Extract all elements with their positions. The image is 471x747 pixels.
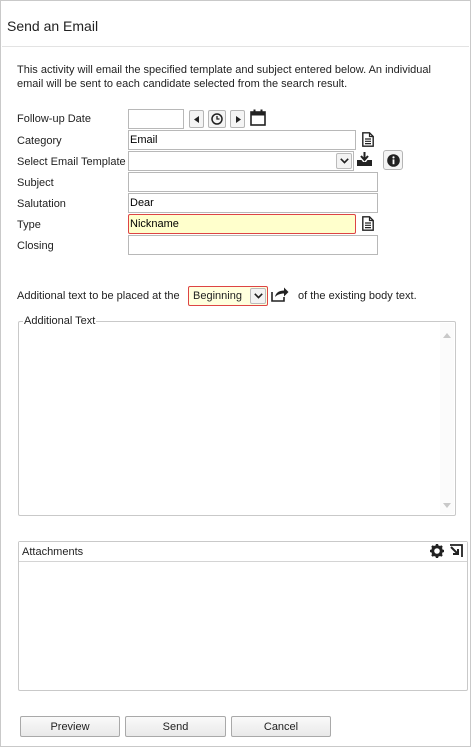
additional-suffix-text: of the existing body text. bbox=[298, 290, 417, 302]
document-icon[interactable] bbox=[362, 216, 374, 231]
attachments-title: Attachments bbox=[22, 546, 84, 558]
share-icon[interactable] bbox=[271, 286, 289, 302]
chevron-down-icon bbox=[339, 158, 349, 164]
position-dropdown-arrow[interactable] bbox=[250, 288, 266, 304]
followup-date-label: Follow-up Date bbox=[17, 113, 91, 125]
followup-date-input[interactable] bbox=[128, 109, 184, 129]
info-icon bbox=[386, 153, 400, 167]
chevron-down-icon bbox=[253, 293, 263, 299]
title-divider bbox=[2, 46, 469, 47]
subject-label: Subject bbox=[17, 177, 54, 189]
category-input[interactable] bbox=[128, 130, 356, 150]
gear-icon[interactable] bbox=[430, 544, 444, 558]
expand-icon[interactable] bbox=[449, 544, 463, 558]
additional-prefix-text: Additional text to be placed at the bbox=[17, 290, 180, 302]
additional-text-scrollbar[interactable] bbox=[440, 323, 454, 514]
next-date-button[interactable] bbox=[230, 110, 245, 128]
closing-input[interactable] bbox=[128, 235, 378, 255]
time-button[interactable] bbox=[208, 110, 226, 128]
type-input[interactable] bbox=[128, 214, 356, 234]
send-email-dialog: Send an Email This activity will email t… bbox=[0, 0, 471, 747]
position-select[interactable]: Beginning bbox=[188, 286, 268, 306]
cancel-button[interactable]: Cancel bbox=[231, 716, 331, 737]
salutation-label: Salutation bbox=[17, 198, 66, 210]
additional-text-box[interactable] bbox=[18, 321, 456, 516]
calendar-icon[interactable] bbox=[250, 109, 266, 126]
scroll-up-icon bbox=[443, 333, 451, 338]
clock-icon bbox=[211, 113, 223, 125]
attachments-header: Attachments bbox=[19, 542, 467, 562]
additional-text-legend: Additional Text bbox=[23, 315, 97, 327]
category-label: Category bbox=[17, 135, 62, 147]
subject-input[interactable] bbox=[128, 172, 378, 192]
send-button[interactable]: Send bbox=[125, 716, 226, 737]
position-select-value: Beginning bbox=[193, 290, 242, 302]
template-info-button[interactable] bbox=[383, 150, 403, 170]
template-label: Select Email Template bbox=[17, 156, 126, 168]
template-dropdown-arrow[interactable] bbox=[336, 153, 352, 169]
attachments-panel: Attachments bbox=[18, 541, 468, 691]
prev-date-button[interactable] bbox=[189, 110, 204, 128]
scroll-down-icon bbox=[443, 503, 451, 508]
download-icon[interactable] bbox=[356, 152, 373, 167]
preview-button[interactable]: Preview bbox=[20, 716, 120, 737]
salutation-input[interactable] bbox=[128, 193, 378, 213]
document-icon[interactable] bbox=[362, 132, 374, 147]
prev-icon bbox=[193, 115, 199, 123]
dialog-title: Send an Email bbox=[7, 18, 99, 34]
template-select[interactable] bbox=[128, 151, 354, 171]
type-label: Type bbox=[17, 219, 41, 231]
description-text: This activity will email the specified t… bbox=[17, 64, 431, 90]
next-icon bbox=[235, 115, 241, 123]
closing-label: Closing bbox=[17, 240, 54, 252]
